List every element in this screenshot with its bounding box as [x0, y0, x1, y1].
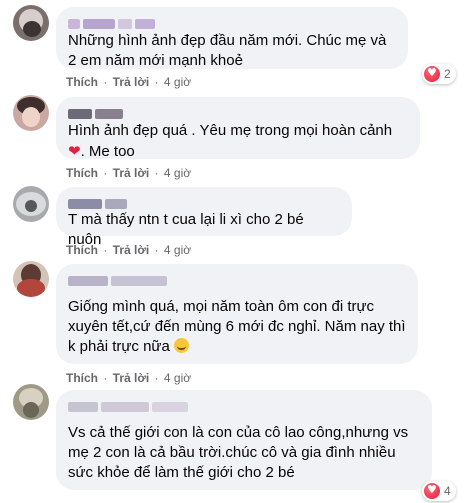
timestamp[interactable]: 4 giờ: [164, 243, 191, 257]
reaction-count: 4: [444, 484, 451, 498]
like-link[interactable]: Thích: [66, 166, 98, 180]
reaction-badge[interactable]: 2: [422, 64, 456, 84]
grin-emoji-icon: [173, 338, 189, 353]
comment-bubble: T mà thấy ntn t cua lại li xì cho 2 bé n…: [56, 187, 352, 248]
reply-link[interactable]: Trả lời: [113, 371, 150, 385]
comment-text: Hình ảnh đẹp quá . Yêu mẹ trong mọi hoàn…: [68, 122, 393, 160]
avatar[interactable]: [13, 95, 49, 131]
timestamp[interactable]: 4 giờ: [164, 166, 191, 180]
reply-link[interactable]: Trả lời: [113, 75, 150, 89]
author-name[interactable]: [68, 15, 396, 29]
comment-bubble: Hình ảnh đẹp quá . Yêu mẹ trong mọi hoàn…: [56, 97, 420, 160]
comment-bubble: Những hình ảnh đẹp đầu năm mới. Chúc mẹ …: [56, 7, 408, 69]
comment-text: Những hình ảnh đẹp đầu năm mới. Chúc mẹ …: [68, 32, 391, 69]
comment-actions: Thích · Trả lời · 4 giờ: [66, 371, 192, 385]
comment-text: Giống mình quá, mọi năm toàn ôm con đi t…: [68, 297, 406, 357]
comment-text-main: Giống mình quá, mọi năm toàn ôm con đi t…: [68, 298, 410, 355]
love-reaction-icon: [424, 483, 440, 499]
comment-actions: Thích · Trả lời · 4 giờ: [66, 166, 192, 180]
avatar[interactable]: [13, 186, 49, 222]
love-reaction-icon: [424, 66, 440, 82]
timestamp[interactable]: 4 giờ: [164, 371, 191, 385]
comment-actions: Thích · Trả lời · 4 giờ: [66, 75, 192, 89]
reply-link[interactable]: Trả lời: [113, 243, 150, 257]
comment-text-tail: Me too: [88, 143, 135, 160]
author-name[interactable]: [68, 272, 406, 296]
author-name[interactable]: [68, 398, 420, 422]
reaction-badge[interactable]: 4: [422, 481, 456, 501]
comment-bubble: Giống mình quá, mọi năm toàn ôm con đi t…: [56, 264, 418, 364]
like-link[interactable]: Thích: [66, 243, 98, 257]
like-link[interactable]: Thích: [66, 371, 98, 385]
comment-text-main: Hình ảnh đẹp quá . Yêu mẹ trong mọi hoàn…: [68, 122, 393, 139]
avatar[interactable]: [13, 5, 49, 41]
author-name[interactable]: [68, 105, 408, 119]
timestamp[interactable]: 4 giờ: [164, 75, 191, 89]
heart-emoji-icon: ❤: [68, 142, 81, 160]
comment-text: Vs cả thế giới con là con của cô lao côn…: [68, 424, 413, 481]
avatar[interactable]: [13, 384, 49, 420]
author-name[interactable]: [68, 195, 340, 209]
reply-link[interactable]: Trả lời: [113, 166, 150, 180]
like-link[interactable]: Thích: [66, 75, 98, 89]
avatar[interactable]: [13, 261, 49, 297]
reaction-count: 2: [444, 67, 451, 81]
comment-bubble: Vs cả thế giới con là con của cô lao côn…: [56, 390, 432, 490]
comment-actions: Thích · Trả lời · 4 giờ: [66, 243, 192, 257]
